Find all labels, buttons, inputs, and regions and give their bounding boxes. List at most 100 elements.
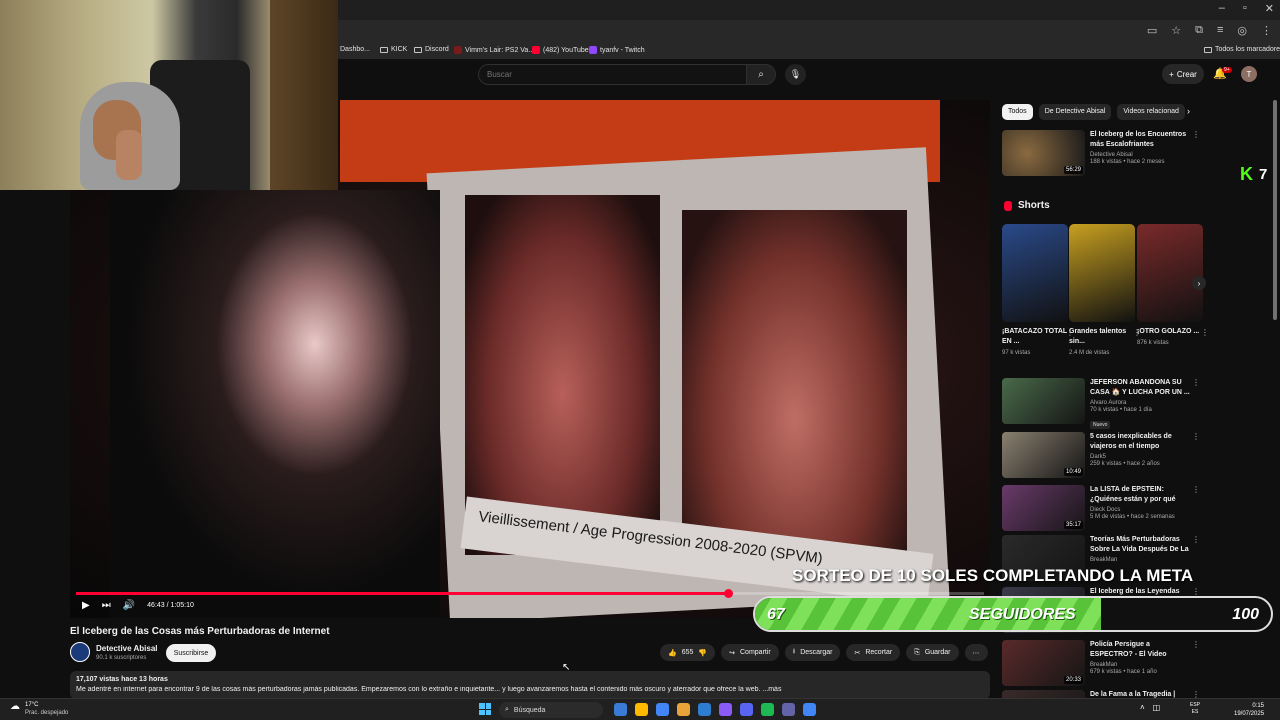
channel-name[interactable]: Detective Abisal [1090, 152, 1190, 158]
taskbar-app-icon[interactable] [677, 703, 690, 716]
weather-widget[interactable]: ☁ 17°C Prac. despejado [10, 701, 68, 717]
dislike-icon[interactable]: 👎 [698, 649, 707, 657]
short-views: 876 k vistas [1137, 340, 1169, 346]
search-button[interactable]: ⌕ [746, 64, 776, 85]
bookmark-star-icon[interactable]: ☆ [1171, 24, 1181, 37]
taskbar-app-icon[interactable] [719, 703, 732, 716]
media-icon[interactable]: ≡ [1217, 24, 1223, 37]
short-title[interactable]: ¡BATACAZO TOTAL EN ... [1002, 327, 1068, 347]
save-button[interactable]: ⎘ Guardar [906, 644, 959, 661]
start-button[interactable] [479, 703, 491, 715]
filter-chip[interactable]: De Detective Abisal [1038, 104, 1112, 120]
short-title[interactable]: Grandes talentos sin... [1069, 327, 1135, 347]
close-icon[interactable]: ✕ [1265, 2, 1274, 15]
more-vertical-icon[interactable]: ⋮ [1192, 130, 1200, 139]
related-video-top[interactable]: 56:29 El Iceberg de los Encuentros más E… [1002, 130, 1202, 176]
more-vertical-icon[interactable]: ⋮ [1192, 587, 1200, 596]
taskbar-clock[interactable]: 0:15 19/07/2025 [1234, 702, 1264, 718]
system-tray: ˄ ◫ [1140, 703, 1160, 712]
page-scrollbar[interactable] [1273, 100, 1277, 320]
next-icon[interactable]: ⏭ [102, 600, 111, 611]
video-progress-bar[interactable] [76, 589, 984, 598]
related-video[interactable]: 10:49 5 casos inexplicables de viajeros e… [1002, 432, 1202, 478]
progress-knob[interactable] [723, 589, 733, 598]
channel-avatar[interactable] [70, 642, 90, 662]
play-icon[interactable]: ▶ [82, 600, 90, 611]
video-description[interactable]: 17,107 vistas hace 13 horas Me adentré e… [70, 671, 990, 699]
filter-chip[interactable]: Todos [1002, 104, 1033, 120]
more-vertical-icon[interactable]: ⋮ [1192, 432, 1200, 441]
taskbar-app-icon[interactable] [614, 703, 627, 716]
more-vertical-icon[interactable]: ⋮ [1201, 328, 1209, 337]
video-title[interactable]: Teorías Más Perturbadoras Sobre La Vida … [1090, 535, 1190, 555]
minimize-icon[interactable]: – [1219, 2, 1225, 15]
channel-name[interactable]: Alvaro Aurora [1090, 400, 1190, 406]
bookmark-item[interactable]: tyanfv - Twitch [589, 46, 645, 54]
short-thumbnail[interactable] [1002, 224, 1068, 322]
video-thumbnail[interactable]: 20:33 [1002, 640, 1085, 686]
language-indicator[interactable]: ESP ES [1190, 702, 1200, 716]
chevron-right-icon[interactable]: › [1187, 106, 1190, 116]
subscribe-button[interactable]: Suscribirse [166, 644, 216, 662]
extensions-icon[interactable]: ⧉ [1195, 24, 1203, 37]
more-vertical-icon[interactable]: ⋮ [1192, 640, 1200, 649]
video-thumbnail[interactable]: 35:17 [1002, 485, 1085, 531]
short-thumbnail[interactable] [1137, 224, 1203, 322]
taskbar-search[interactable]: ⌕ Búsqueda [499, 702, 603, 718]
related-video[interactable]: 35:17 La LISTA de EPSTEIN: ¿Quiénes están… [1002, 485, 1202, 531]
voice-search-button[interactable]: 🎙 [785, 64, 806, 85]
channel-name[interactable]: BreakMan [1090, 662, 1190, 668]
bookmark-item[interactable]: Discord [414, 46, 449, 53]
more-actions-button[interactable]: ⋯ [964, 644, 988, 661]
share-button[interactable]: ↪ Compartir [721, 644, 779, 661]
taskbar-app-icon[interactable] [761, 703, 774, 716]
volume-icon[interactable]: 🔊 [123, 600, 135, 611]
tray-chevron-icon[interactable]: ˄ [1140, 703, 1145, 712]
channel-name[interactable]: Dieck Docs [1090, 507, 1190, 513]
channel-name[interactable]: Detective Abisal [96, 644, 158, 653]
profile-icon[interactable]: ◎ [1237, 24, 1247, 37]
short-thumbnail[interactable] [1069, 224, 1135, 322]
short-item[interactable]: ¡BATACAZO TOTAL EN ... 97 k vistas ⋮ [1002, 224, 1074, 356]
channel-name[interactable]: BreakMan [1090, 557, 1190, 563]
taskbar-app-icon[interactable] [698, 703, 711, 716]
video-thumbnail[interactable]: 10:49 [1002, 432, 1085, 478]
short-item[interactable]: Grandes talentos sin... 2.4 M de vistas ⋮ [1069, 224, 1141, 356]
search-input[interactable] [478, 64, 746, 85]
download-button[interactable]: ⭳ Descargar [784, 644, 841, 661]
bookmark-item[interactable]: Vimm's Lair: PS2 Va... [454, 46, 534, 54]
video-title[interactable]: La LISTA de EPSTEIN: ¿Quiénes están y po… [1090, 485, 1190, 505]
filter-chip[interactable]: Videos relacionad [1117, 104, 1185, 120]
shorts-next-button[interactable]: › [1192, 276, 1206, 290]
network-icon[interactable]: ◫ [1153, 703, 1161, 712]
taskbar-app-icon[interactable] [635, 703, 648, 716]
create-button[interactable]: + Crear [1162, 64, 1204, 84]
like-button[interactable]: 👍 655 👎 [660, 644, 716, 661]
cast-icon[interactable]: ▭ [1147, 24, 1157, 37]
taskbar-app-icon[interactable] [656, 703, 669, 716]
bookmark-item[interactable]: Dashbo... [340, 46, 370, 53]
taskbar-app-icon[interactable] [740, 703, 753, 716]
more-vertical-icon[interactable]: ⋮ [1192, 378, 1200, 387]
channel-name[interactable]: Dark5 [1090, 454, 1190, 460]
taskbar-app-icon[interactable] [782, 703, 795, 716]
related-video[interactable]: JEFERSON ABANDONA SU CASA 🏠 Y LUCHA POR … [1002, 378, 1202, 429]
video-thumbnail[interactable]: 56:29 [1002, 130, 1085, 176]
video-title[interactable]: JEFERSON ABANDONA SU CASA 🏠 Y LUCHA POR … [1090, 378, 1190, 398]
all-bookmarks[interactable]: Todos los marcadores [1204, 46, 1280, 53]
more-vertical-icon[interactable]: ⋮ [1192, 485, 1200, 494]
related-video[interactable]: 20:33 Policía Persigue a ESPECTRO? - El V… [1002, 640, 1202, 686]
video-thumbnail[interactable] [1002, 378, 1085, 424]
short-title[interactable]: ¡OTRO GOLAZO ... [1137, 327, 1203, 337]
bookmark-item[interactable]: (482) YouTube [532, 46, 589, 54]
more-vertical-icon[interactable]: ⋮ [1192, 535, 1200, 544]
clip-button[interactable]: ✂ Recortar [846, 644, 901, 661]
menu-icon[interactable]: ⋮ [1261, 24, 1272, 37]
video-title[interactable]: 5 casos inexplicables de viajeros en el … [1090, 432, 1190, 452]
maximize-icon[interactable]: ▫ [1243, 2, 1247, 15]
video-title[interactable]: Policía Persigue a ESPECTRO? - El Video … [1090, 640, 1190, 660]
bookmark-item[interactable]: KICK [380, 46, 407, 53]
taskbar-app-icon[interactable] [803, 703, 816, 716]
avatar[interactable]: T [1241, 66, 1257, 82]
video-title[interactable]: El Iceberg de los Encuentros más Escalof… [1090, 130, 1190, 150]
